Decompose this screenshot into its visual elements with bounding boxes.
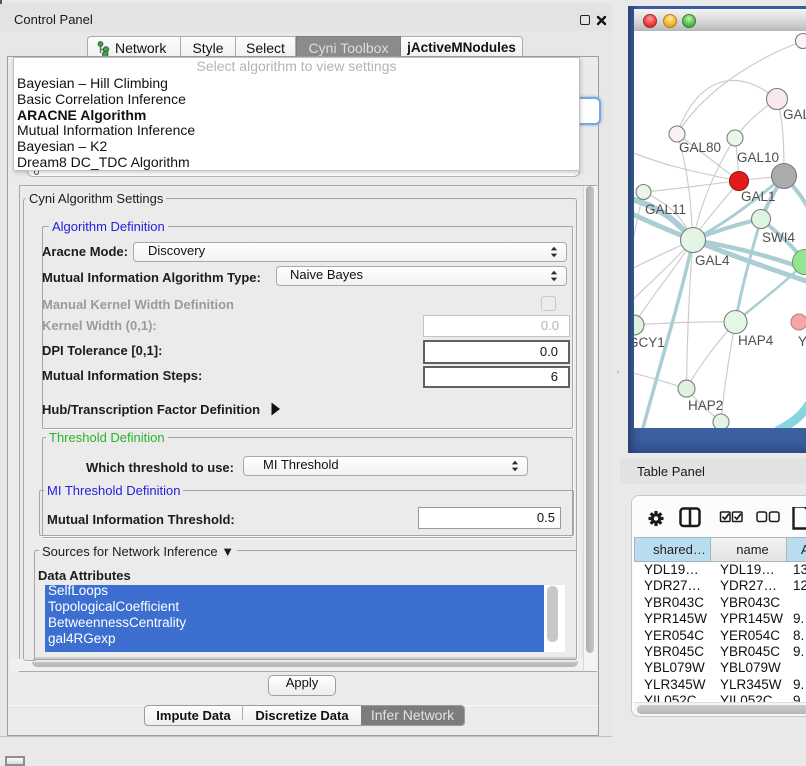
svg-text:SWI4: SWI4 [762, 230, 795, 245]
svg-text:GAL11: GAL11 [645, 202, 686, 217]
svg-text:GAL4: GAL4 [695, 253, 730, 268]
svg-text:HAP4: HAP4 [738, 333, 774, 348]
svg-text:GAL80: GAL80 [679, 140, 721, 155]
svg-text:HAP2: HAP2 [688, 398, 723, 413]
svg-text:GCY1: GCY1 [634, 335, 665, 350]
svg-text:Y: Y [798, 334, 806, 349]
svg-text:GAL7: GAL7 [783, 107, 806, 122]
svg-text:GAL1: GAL1 [741, 189, 776, 204]
svg-text:GAL10: GAL10 [737, 150, 779, 165]
